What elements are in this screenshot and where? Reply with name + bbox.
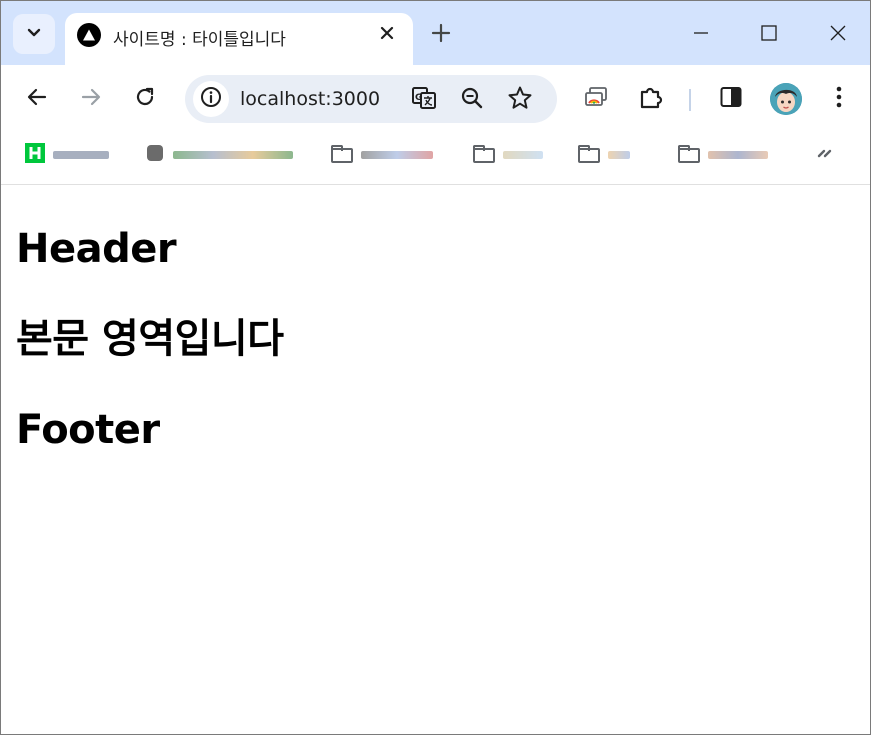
folder-icon (331, 144, 353, 163)
close-tab-button[interactable] (375, 23, 399, 47)
triangle-logo-icon (77, 23, 101, 47)
bookmark-item[interactable] (25, 142, 109, 168)
bookmark-label-blurred (173, 151, 293, 159)
maximize-icon (760, 24, 778, 47)
tab-title: 사이트명 : 타이틀입니다 (113, 30, 286, 50)
tab-strip: 사이트명 : 타이틀입니다 (1, 1, 870, 65)
app-h-icon (25, 142, 45, 168)
more-vert-icon (835, 85, 843, 114)
side-panel-button[interactable] (713, 81, 749, 117)
chevron-down-icon (26, 24, 42, 45)
extensions-button[interactable] (633, 81, 669, 117)
close-window-button[interactable] (820, 17, 856, 53)
new-tab-button[interactable] (427, 21, 455, 49)
tab-search-button[interactable] (13, 14, 55, 54)
close-icon (380, 26, 394, 45)
bookmark-label-blurred (361, 151, 433, 159)
close-icon (829, 24, 847, 47)
bookmarks-bar (1, 133, 870, 185)
bookmark-label-blurred (608, 151, 630, 159)
bookmark-label-blurred (53, 151, 109, 159)
arrow-right-icon (80, 86, 102, 113)
bookmark-folder[interactable] (578, 144, 630, 165)
overflow-icon (816, 144, 834, 167)
address-bar[interactable]: localhost:3000 G (185, 75, 557, 123)
plus-icon (431, 23, 451, 48)
bookmark-item[interactable] (145, 143, 293, 168)
folder-icon (678, 144, 700, 163)
app-icon (145, 143, 165, 168)
browser-window: 사이트명 : 타이틀입니다 localhost:3000 G Header 본문… (0, 0, 871, 735)
folder-icon (473, 144, 495, 163)
svg-text:G: G (415, 93, 422, 103)
menu-button[interactable] (821, 81, 857, 117)
main-content-heading: 본문 영역입니다 (16, 316, 284, 362)
star-icon (507, 85, 533, 116)
arrow-left-icon (26, 86, 48, 113)
maximize-button[interactable] (751, 17, 787, 53)
bookmark-star-button[interactable] (505, 85, 535, 115)
bookmark-label-blurred (708, 151, 768, 159)
cast-icon (583, 84, 609, 115)
cast-button[interactable] (578, 81, 614, 117)
reload-button[interactable] (127, 81, 163, 117)
bookmark-overflow[interactable] (816, 145, 834, 165)
active-tab[interactable]: 사이트명 : 타이틀입니다 (65, 13, 413, 65)
url-text[interactable]: localhost:3000 (240, 88, 380, 110)
puzzle-icon (638, 84, 664, 115)
bookmark-folder[interactable] (473, 144, 543, 165)
forward-button[interactable] (73, 81, 109, 117)
info-icon (200, 86, 222, 113)
page-header-heading: Header (16, 226, 177, 272)
zoom-button[interactable] (457, 85, 487, 115)
minimize-button[interactable] (683, 17, 719, 53)
minimize-icon (692, 24, 710, 47)
page-footer-heading: Footer (16, 407, 160, 453)
back-button[interactable] (19, 81, 55, 117)
toolbar-divider (689, 89, 691, 111)
avatar[interactable] (770, 83, 802, 115)
toolbar: localhost:3000 G (1, 65, 870, 133)
zoom-out-icon (460, 86, 484, 115)
reload-icon (134, 86, 156, 113)
side-panel-icon (719, 85, 743, 114)
bookmark-folder[interactable] (678, 144, 768, 165)
page-viewport: Header 본문 영역입니다 Footer (1, 186, 870, 734)
translate-button[interactable]: G (409, 85, 439, 115)
bookmark-folder[interactable] (331, 144, 433, 165)
bookmark-label-blurred (503, 151, 543, 159)
translate-icon: G (411, 85, 437, 116)
folder-icon (578, 144, 600, 163)
site-info-button[interactable] (193, 81, 229, 117)
